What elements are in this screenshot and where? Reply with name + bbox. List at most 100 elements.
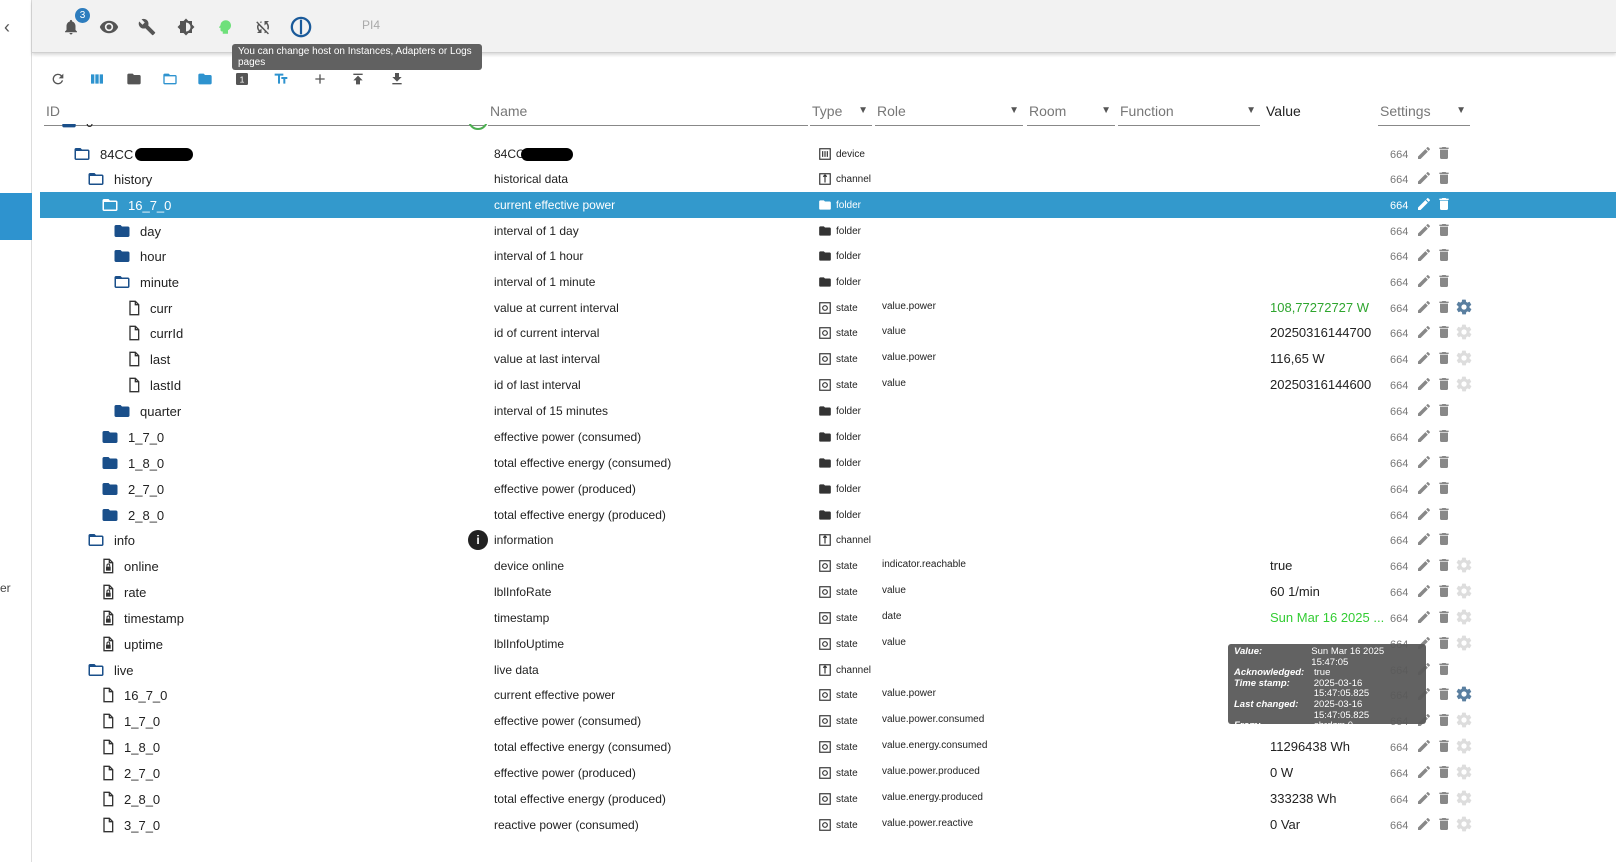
expert-mode-button[interactable] xyxy=(212,14,238,40)
row-permissions[interactable]: 664 xyxy=(1390,226,1408,238)
delete-button[interactable] xyxy=(1436,350,1452,366)
edit-button[interactable] xyxy=(1416,480,1432,496)
delete-button[interactable] xyxy=(1436,790,1452,806)
table-row[interactable]: 0 xyxy=(40,124,1616,136)
row-permissions[interactable]: 664 xyxy=(1390,354,1408,366)
upload-button[interactable] xyxy=(346,67,370,91)
filter-function-select[interactable]: Function ▼ xyxy=(1118,98,1260,126)
table-row[interactable]: 2_8_0 total effective energy (produced) st… xyxy=(40,786,1616,812)
delete-button[interactable] xyxy=(1436,661,1452,677)
wrench-button[interactable] xyxy=(134,14,160,40)
custom-settings-button[interactable] xyxy=(1456,350,1472,366)
delete-button[interactable] xyxy=(1436,816,1452,832)
row-permissions[interactable]: 664 xyxy=(1390,380,1408,392)
delete-button[interactable] xyxy=(1436,506,1452,522)
custom-settings-button[interactable] xyxy=(1456,712,1472,728)
edit-button[interactable] xyxy=(1416,299,1432,315)
table-row[interactable]: day interval of 1 day folder 664 xyxy=(40,218,1616,244)
settings-column-select[interactable]: Settings ▼ xyxy=(1378,98,1470,126)
row-value[interactable]: 116,65 W xyxy=(1270,351,1325,366)
eye-button[interactable] xyxy=(96,14,122,40)
sync-disabled-button[interactable] xyxy=(250,14,276,40)
custom-settings-button[interactable] xyxy=(1456,557,1472,573)
delete-button[interactable] xyxy=(1436,145,1452,161)
custom-settings-button[interactable] xyxy=(1456,376,1472,392)
table-row[interactable]: lastId id of last interval state value 20250… xyxy=(40,372,1616,398)
row-permissions[interactable]: 664 xyxy=(1390,561,1408,573)
edit-button[interactable] xyxy=(1416,402,1432,418)
row-permissions[interactable]: 664 xyxy=(1390,820,1408,832)
edit-button[interactable] xyxy=(1416,557,1432,573)
collapse-sidebar-button[interactable]: ‹ xyxy=(0,16,14,38)
edit-button[interactable] xyxy=(1416,350,1432,366)
row-permissions[interactable]: 664 xyxy=(1390,613,1408,625)
row-permissions[interactable]: 664 xyxy=(1390,587,1408,599)
custom-settings-button[interactable] xyxy=(1456,583,1472,599)
filter-name-input[interactable]: Name xyxy=(488,98,808,126)
custom-settings-button[interactable] xyxy=(1456,324,1472,340)
row-permissions[interactable]: 664 xyxy=(1390,251,1408,263)
row-value[interactable]: 0 Var xyxy=(1270,817,1300,832)
row-value[interactable]: 108,77272727 W xyxy=(1270,300,1369,315)
custom-settings-button[interactable] xyxy=(1456,635,1472,651)
delete-button[interactable] xyxy=(1436,402,1452,418)
delete-button[interactable] xyxy=(1436,376,1452,392)
edit-button[interactable] xyxy=(1416,764,1432,780)
edit-button[interactable] xyxy=(1416,531,1432,547)
custom-settings-button[interactable] xyxy=(1456,738,1472,754)
delete-button[interactable] xyxy=(1436,480,1452,496)
add-object-button[interactable] xyxy=(308,67,332,91)
delete-button[interactable] xyxy=(1436,247,1452,263)
edit-button[interactable] xyxy=(1416,145,1432,161)
collapse-all-button[interactable] xyxy=(122,67,146,91)
table-row[interactable]: currId id of current interval state value 20… xyxy=(40,320,1616,346)
columns-button[interactable] xyxy=(85,67,109,91)
delete-button[interactable] xyxy=(1436,196,1452,212)
row-permissions[interactable]: 664 xyxy=(1390,768,1408,780)
custom-settings-button[interactable] xyxy=(1456,609,1472,625)
table-row[interactable]: quarter interval of 15 minutes folder 664 xyxy=(40,398,1616,424)
row-permissions[interactable]: 664 xyxy=(1390,303,1408,315)
row-permissions[interactable]: 664 xyxy=(1390,484,1408,496)
row-permissions[interactable]: 664 xyxy=(1390,174,1408,186)
table-row[interactable]: rate lblInfoRate state value 60 1/min 664 xyxy=(40,579,1616,605)
delete-button[interactable] xyxy=(1436,764,1452,780)
row-permissions[interactable]: 664 xyxy=(1390,458,1408,470)
table-row[interactable]: 3_7_0 reactive power (consumed) state value… xyxy=(40,812,1616,838)
delete-button[interactable] xyxy=(1436,557,1452,573)
table-row[interactable]: 84CC 84CC device 664 xyxy=(40,141,1616,167)
edit-button[interactable] xyxy=(1416,273,1432,289)
text-size-button[interactable] xyxy=(269,67,293,91)
download-button[interactable] xyxy=(385,67,409,91)
custom-settings-button[interactable] xyxy=(1456,686,1472,702)
level-button[interactable]: 1 xyxy=(230,67,254,91)
delete-button[interactable] xyxy=(1436,531,1452,547)
refresh-button[interactable] xyxy=(46,67,70,91)
row-value[interactable]: 60 1/min xyxy=(1270,584,1320,599)
delete-button[interactable] xyxy=(1436,170,1452,186)
row-permissions[interactable]: 664 xyxy=(1390,742,1408,754)
row-value[interactable]: 20250316144600 xyxy=(1270,377,1371,392)
delete-button[interactable] xyxy=(1436,583,1452,599)
row-permissions[interactable]: 664 xyxy=(1390,510,1408,522)
edit-button[interactable] xyxy=(1416,506,1432,522)
delete-button[interactable] xyxy=(1436,428,1452,444)
row-permissions[interactable]: 664 xyxy=(1390,328,1408,340)
custom-settings-button[interactable] xyxy=(1456,299,1472,315)
delete-button[interactable] xyxy=(1436,299,1452,315)
edit-button[interactable] xyxy=(1416,376,1432,392)
row-permissions[interactable]: 664 xyxy=(1390,277,1408,289)
custom-settings-button[interactable] xyxy=(1456,790,1472,806)
edit-button[interactable] xyxy=(1416,816,1432,832)
table-row[interactable]: hour interval of 1 hour folder 664 xyxy=(40,243,1616,269)
delete-button[interactable] xyxy=(1436,609,1452,625)
custom-settings-button[interactable] xyxy=(1456,816,1472,832)
edit-button[interactable] xyxy=(1416,222,1432,238)
edit-button[interactable] xyxy=(1416,790,1432,806)
table-row[interactable]: history historical data channel 664 xyxy=(40,166,1616,192)
table-row[interactable]: info information channel 664 i xyxy=(40,527,1616,553)
notifications-button[interactable]: 3 xyxy=(58,8,90,40)
delete-button[interactable] xyxy=(1436,635,1452,651)
row-permissions[interactable]: 664 xyxy=(1390,432,1408,444)
filter-role-select[interactable]: Role ▼ xyxy=(875,98,1023,126)
